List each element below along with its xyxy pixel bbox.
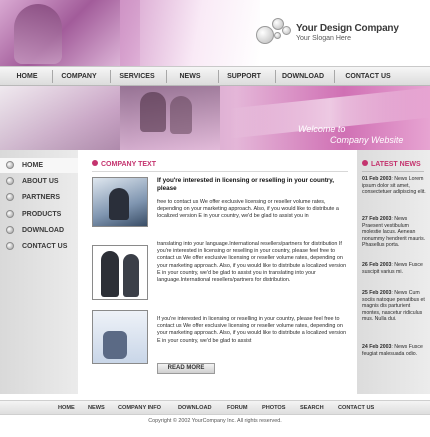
news-label: : News: [391, 262, 408, 268]
news-label: : News: [391, 290, 408, 296]
copyright-text: Copyright © 2002 YourCompany Inc. All ri…: [148, 418, 282, 424]
intro-text: If you're interested in licensing or res…: [157, 177, 335, 192]
sidebar-item-home[interactable]: HOME: [0, 158, 78, 173]
footer-link-home[interactable]: HOME: [58, 401, 75, 416]
news-date: 01 Feb 2003: [362, 176, 392, 182]
sidebar-item-label: PRODUCTS: [22, 211, 62, 218]
bullet-icon: [6, 226, 14, 234]
news-label: : News: [391, 216, 408, 222]
divider: [92, 171, 348, 172]
news-label: : News: [391, 176, 408, 182]
news-item[interactable]: 25 Feb 2003: News Cum sociis natoque pen…: [362, 290, 426, 323]
nav-divider: [110, 70, 111, 83]
content-image-office: [92, 310, 148, 364]
top-nav: HOME COMPANY SERVICES NEWS SUPPORT DOWNL…: [0, 66, 430, 86]
sidebar-item-label: ABOUT US: [22, 178, 59, 185]
company-slogan: Your Slogan Here: [296, 35, 352, 42]
sidebar-item-about-us[interactable]: ABOUT US: [0, 174, 78, 189]
bullet-icon: [6, 210, 14, 218]
paragraph-3: If you're interested in licensing or res…: [157, 316, 347, 344]
header-person-image: [14, 4, 62, 64]
sidebar-item-label: HOME: [22, 162, 43, 169]
nav-item-company[interactable]: COMPANY: [56, 67, 102, 86]
bullet-icon: [362, 160, 368, 166]
header: Your Design Company Your Slogan Here: [0, 0, 430, 66]
bullet-icon: [6, 242, 14, 250]
sidebar-item-label: PARTNERS: [22, 194, 60, 201]
nav-item-home[interactable]: HOME: [8, 67, 46, 86]
news-text: Praesent vestibulum molestie lacus. Aene…: [362, 222, 426, 249]
nav-item-contact-us[interactable]: CONTACT US: [340, 67, 396, 86]
news-title: LATEST NEWS: [362, 160, 421, 168]
news-item[interactable]: 26 Feb 2003: News Fusce suscipit varius …: [362, 262, 426, 275]
news-item[interactable]: 24 Feb 2003: News Fusce feugiat malesuad…: [362, 344, 426, 357]
sidebar-item-products[interactable]: PRODUCTS: [0, 207, 78, 222]
sidebar-item-label: CONTACT US: [22, 243, 68, 250]
paragraph-2: translating into your language.Internati…: [157, 241, 347, 284]
footer-link-news[interactable]: NEWS: [88, 401, 105, 416]
bullet-icon: [6, 177, 14, 185]
nav-item-support[interactable]: SUPPORT: [222, 67, 266, 86]
sidebar-item-label: DOWNLOAD: [22, 227, 64, 234]
news-item[interactable]: 27 Feb 2003: News Praesent vestibulum mo…: [362, 216, 426, 249]
nav-item-news[interactable]: NEWS: [170, 67, 210, 86]
welcome-text-line2: Company Website: [330, 135, 404, 145]
news-label: : News: [391, 344, 408, 350]
sidebar-item-contact-us[interactable]: CONTACT US: [0, 239, 78, 254]
section-title-text: COMPANY TEXT: [101, 161, 156, 168]
bullet-icon: [92, 160, 98, 166]
news-date: 24 Feb 2003: [362, 344, 392, 350]
section-title: COMPANY TEXT: [92, 160, 156, 168]
news-date: 27 Feb 2003: [362, 216, 392, 222]
content-image-businesswoman: [92, 177, 148, 227]
nav-divider: [334, 70, 335, 83]
bullet-icon: [6, 161, 14, 169]
bullet-icon: [6, 193, 14, 201]
nav-divider: [52, 70, 53, 83]
sidebar-item-download[interactable]: DOWNLOAD: [0, 223, 78, 238]
header-swoosh-graphic: [120, 0, 260, 66]
divider: [362, 171, 424, 172]
company-name: Your Design Company: [296, 23, 399, 34]
banner-graphic: [0, 86, 120, 150]
content-image-business-couple: [92, 245, 148, 300]
sidebar: HOME ABOUT US PARTNERS PRODUCTS DOWNLOAD…: [0, 150, 78, 394]
read-more-button[interactable]: READ MORE: [157, 363, 215, 374]
footer-link-download[interactable]: DOWNLOAD: [178, 401, 212, 416]
logo-icon[interactable]: [254, 14, 294, 48]
news-date: 25 Feb 2003: [362, 290, 392, 296]
nav-item-download[interactable]: DOWNLOAD: [279, 67, 327, 86]
news-item[interactable]: 01 Feb 2003: News Lorem ipsum dolor sit …: [362, 176, 426, 196]
banner-person-image: [170, 96, 192, 134]
footer-link-search[interactable]: SEARCH: [300, 401, 324, 416]
paragraph-1: free to contact us We offer exclusive li…: [157, 199, 339, 220]
footer-nav: HOME NEWS COMPANY INFO DOWNLOAD FORUM PH…: [0, 400, 430, 415]
news-date: 26 Feb 2003: [362, 262, 392, 268]
sidebar-item-partners[interactable]: PARTNERS: [0, 190, 78, 205]
welcome-text-line1: Welcome to: [298, 124, 346, 134]
nav-item-services[interactable]: SERVICES: [114, 67, 160, 86]
footer-link-photos[interactable]: PHOTOS: [262, 401, 286, 416]
header-photo: [0, 0, 140, 66]
banner-person-image: [140, 92, 166, 132]
nav-divider: [218, 70, 219, 83]
footer-link-forum[interactable]: FORUM: [227, 401, 248, 416]
nav-divider: [275, 70, 276, 83]
news-title-text: LATEST NEWS: [371, 161, 421, 168]
nav-divider: [166, 70, 167, 83]
footer-link-company-info[interactable]: COMPANY INFO: [118, 401, 161, 416]
footer-link-contact-us[interactable]: CONTACT US: [338, 401, 374, 416]
